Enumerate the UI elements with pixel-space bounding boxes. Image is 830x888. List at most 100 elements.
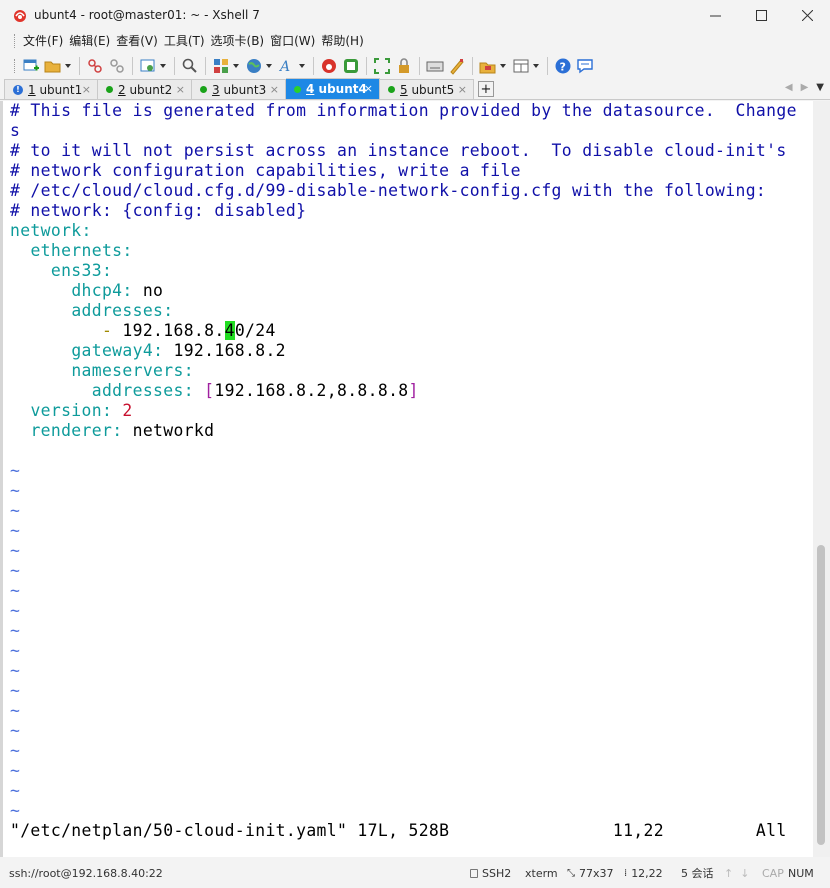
terminal-line: ~ [10, 481, 816, 501]
tab-layout-dropdown[interactable] [532, 57, 539, 75]
bracket: [ [204, 381, 215, 400]
reconnect-icon[interactable] [86, 57, 104, 75]
connected-status-icon [294, 85, 301, 93]
close-button[interactable] [784, 0, 830, 30]
open-folder-icon[interactable] [44, 57, 62, 75]
yaml-value: 192.168.8. [112, 321, 225, 340]
help-icon[interactable]: ? [554, 57, 572, 75]
terminal-line: ~ [10, 701, 816, 721]
tab-scroll-right-icon[interactable]: ▶ [801, 82, 809, 93]
terminal-line: nameservers: [10, 361, 816, 381]
session-count: 5 会话 [681, 867, 714, 880]
tab-navigation: ◀ ▶ ▼ [785, 82, 824, 93]
menu-help[interactable]: 帮助(H) [318, 30, 366, 52]
comment-text: # network: {config: disabled} [10, 201, 307, 220]
terminal-line: ~ [10, 621, 816, 641]
tab-close-icon[interactable]: × [82, 83, 91, 96]
compose-icon[interactable] [479, 57, 497, 75]
tab-scroll-left-icon[interactable]: ◀ [785, 82, 793, 93]
font-dropdown[interactable] [298, 57, 305, 75]
layout-icon[interactable] [212, 57, 230, 75]
tab-ubunt3[interactable]: 3 ubunt3 × [192, 79, 286, 99]
toolbar-separator [132, 57, 133, 75]
cursor-position: ⁞ 12,22 [624, 867, 663, 880]
num-lock-indicator: NUM [788, 866, 814, 880]
new-session-icon[interactable] [22, 57, 40, 75]
lock-icon [470, 868, 478, 878]
font-icon[interactable]: A [278, 57, 296, 75]
tab-close-icon[interactable]: × [458, 83, 467, 96]
toolbar-grip [14, 59, 17, 73]
scrollbar-thumb[interactable] [817, 545, 825, 845]
keyboard-icon[interactable] [426, 57, 444, 75]
globe-dropdown[interactable] [265, 57, 272, 75]
xagent-icon[interactable] [342, 57, 360, 75]
tab-label: 5 ubunt5 [400, 82, 455, 97]
menu-tabs[interactable]: 选项卡(B) [208, 30, 268, 52]
open-dropdown[interactable] [64, 57, 71, 75]
yaml-separator: : [112, 421, 123, 440]
tab-layout-icon[interactable] [512, 57, 530, 75]
empty-line-marker: ~ [10, 661, 21, 680]
terminal-line: # network configuration capabilities, wr… [10, 161, 816, 181]
toolbar-separator [472, 57, 473, 75]
empty-line-marker: ~ [10, 621, 21, 640]
empty-line-marker: ~ [10, 541, 21, 560]
tab-close-icon[interactable]: × [176, 83, 185, 96]
arrow-down-icon[interactable]: ↓ [740, 867, 749, 880]
cursor-position-label: 12,22 [631, 866, 663, 880]
chat-icon[interactable] [576, 57, 594, 75]
minimize-button[interactable] [692, 0, 738, 30]
empty-line-marker: ~ [10, 681, 21, 700]
terminal-size: ⤡ 77x37 [567, 867, 614, 880]
add-tab-button[interactable]: + [478, 81, 494, 97]
properties-icon[interactable] [139, 57, 157, 75]
yaml-separator: : [183, 381, 205, 400]
terminal-scrollbar[interactable] [813, 101, 830, 857]
globe-icon[interactable] [245, 57, 263, 75]
terminal-line: # network: {config: disabled} [10, 201, 816, 221]
tab-label: 4 ubunt4 [306, 82, 367, 96]
info-icon: ! [13, 84, 23, 95]
fullscreen-icon[interactable] [373, 57, 391, 75]
list-dash: - [101, 321, 113, 340]
tab-ubunt2[interactable]: 2 ubunt2 × [98, 79, 192, 99]
highlight-icon[interactable] [448, 57, 466, 75]
terminal-line: ~ [10, 761, 816, 781]
menu-window[interactable]: 窗口(W) [267, 30, 318, 52]
xftp-icon[interactable] [320, 57, 338, 75]
menu-file[interactable]: 文件(F) [20, 30, 66, 52]
tab-list-icon[interactable]: ▼ [816, 82, 824, 93]
tab-close-icon[interactable]: × [270, 83, 279, 96]
arrow-up-icon[interactable]: ↑ [724, 867, 733, 880]
empty-line-marker: ~ [10, 581, 21, 600]
terminal-output[interactable]: # This file is generated from informatio… [10, 101, 816, 853]
terminal-line: ~ [10, 461, 816, 481]
toolbar-separator [205, 57, 206, 75]
tab-ubunt4[interactable]: 4 ubunt4 × [286, 78, 380, 99]
empty-line-marker: ~ [10, 701, 21, 720]
find-icon[interactable] [181, 57, 199, 75]
menu-tools[interactable]: 工具(T) [161, 30, 208, 52]
maximize-button[interactable] [738, 0, 784, 30]
tab-close-icon[interactable]: × [364, 82, 373, 95]
menu-edit[interactable]: 编辑(E) [66, 30, 113, 52]
yaml-separator: : [122, 241, 133, 260]
lock-icon[interactable] [395, 57, 413, 75]
comment-text: s [10, 121, 21, 140]
tab-ubunt5[interactable]: 5 ubunt5 × [380, 79, 474, 99]
disconnect-icon[interactable] [108, 57, 126, 75]
menu-view[interactable]: 查看(V) [113, 30, 161, 52]
terminal-line: version: 2 [10, 401, 816, 421]
tab-ubunt1[interactable]: ! 1 ubunt1 × [4, 79, 98, 99]
yaml-key: gateway4 [71, 341, 154, 360]
layout-dropdown[interactable] [232, 57, 239, 75]
toolbar: A ? [0, 53, 830, 79]
cursor-icon: ⁞ [624, 867, 628, 879]
yaml-separator: : [101, 261, 113, 280]
status-bar: ssh://root@192.168.8.40:22 SSH2 xterm ⤡ … [0, 862, 830, 884]
compose-dropdown[interactable] [499, 57, 506, 75]
properties-dropdown[interactable] [159, 57, 166, 75]
